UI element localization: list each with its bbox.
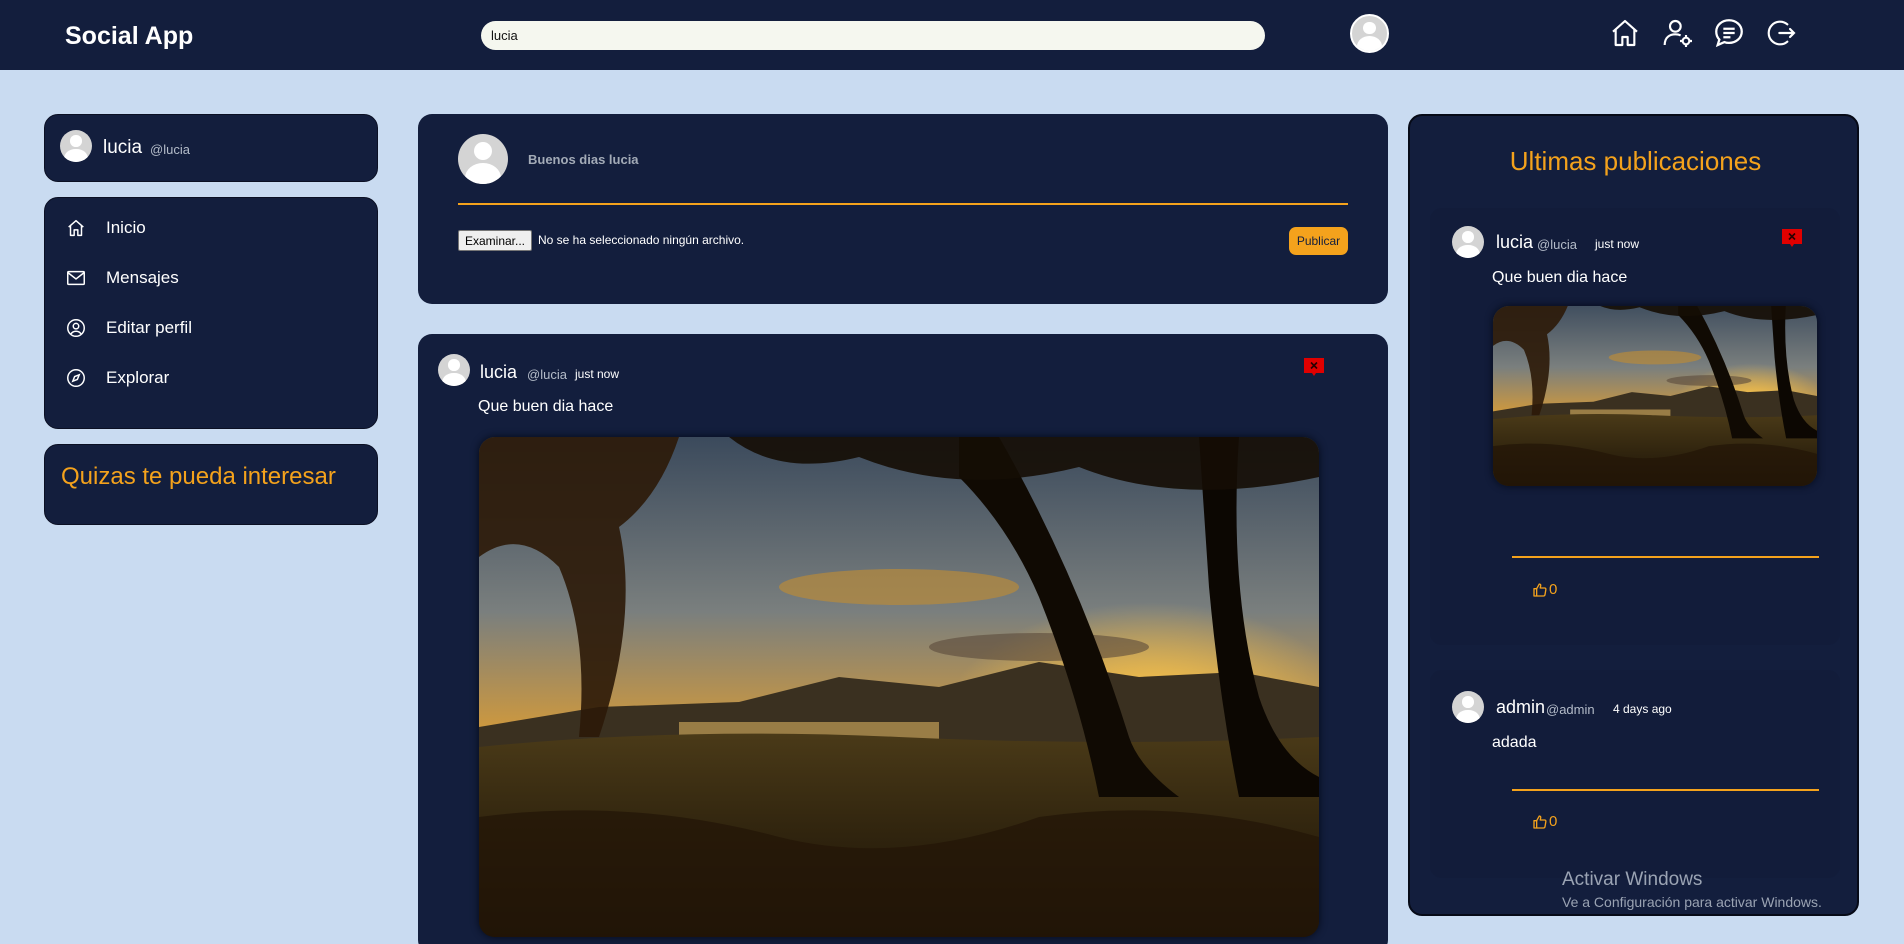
- post-author-handle: @lucia: [527, 367, 567, 382]
- post-image[interactable]: [479, 437, 1319, 937]
- search-input[interactable]: [481, 21, 1265, 50]
- post-author-name[interactable]: lucia: [1496, 232, 1533, 253]
- mail-icon: [67, 270, 85, 286]
- delete-post-icon[interactable]: [1782, 229, 1802, 247]
- watermark-title: Activar Windows: [1562, 869, 1703, 890]
- post-avatar[interactable]: [1452, 691, 1484, 723]
- latest-post: lucia @lucia just now Que buen dia hace …: [1430, 208, 1840, 645]
- feed-post: lucia @lucia just now Que buen dia hace: [418, 334, 1388, 944]
- latest-posts-title: Ultimas publicaciones: [1509, 146, 1762, 176]
- post-avatar[interactable]: [1452, 226, 1484, 258]
- sidebar-item-label: Inicio: [106, 218, 146, 237]
- home-icon[interactable]: [1606, 14, 1644, 52]
- post-author-name[interactable]: lucia: [480, 362, 517, 383]
- post-divider: [1512, 556, 1819, 558]
- like-count: 0: [1549, 581, 1558, 598]
- publish-button[interactable]: Publicar: [1289, 227, 1348, 255]
- compass-icon: [67, 369, 85, 387]
- top-navbar: Social App: [0, 0, 1904, 70]
- post-author-name[interactable]: admin: [1496, 697, 1545, 718]
- post-divider: [1512, 789, 1819, 791]
- thumbs-up-icon: [1533, 814, 1547, 829]
- post-time: just now: [575, 367, 620, 381]
- post-composer: Buenos dias lucia Examinar... No se ha s…: [418, 114, 1388, 304]
- like-button[interactable]: 0: [1532, 813, 1557, 830]
- brand-logo[interactable]: Social App: [65, 22, 193, 51]
- composer-greeting[interactable]: Buenos dias lucia: [528, 152, 639, 167]
- sidebar-item-explorar[interactable]: Explorar: [65, 366, 169, 390]
- like-button[interactable]: 0: [1532, 581, 1557, 598]
- post-author-handle: @admin: [1546, 702, 1595, 717]
- delete-post-icon[interactable]: [1304, 358, 1324, 376]
- chat-icon[interactable]: [1710, 14, 1748, 52]
- post-text: adada: [1492, 734, 1537, 751]
- profile-name: lucia: [103, 137, 143, 158]
- profile-handle: @lucia: [150, 142, 190, 157]
- sidebar-item-mensajes[interactable]: Mensajes: [65, 266, 179, 290]
- profile-card[interactable]: lucia @lucia: [44, 114, 378, 182]
- windows-activation-watermark: Activar Windows Ve a Configuración para …: [1562, 869, 1822, 910]
- composer-avatar: [458, 134, 508, 184]
- like-count: 0: [1549, 813, 1558, 830]
- post-text: Que buen dia hace: [1492, 269, 1628, 286]
- file-browse-button[interactable]: Examinar...: [458, 230, 532, 251]
- profile-avatar: [60, 130, 92, 162]
- logout-icon[interactable]: [1763, 14, 1801, 52]
- file-status: No se ha seleccionado ningún archivo.: [538, 233, 745, 247]
- post-time: just now: [1595, 237, 1640, 251]
- user-circle-icon: [67, 319, 85, 337]
- sidebar-item-label: Explorar: [106, 368, 170, 387]
- suggestions-title: Quizas te pueda interesar: [61, 463, 336, 490]
- user-avatar[interactable]: [1350, 14, 1389, 53]
- post-author-handle: @lucia: [1537, 237, 1577, 252]
- post-time: 4 days ago: [1613, 702, 1672, 716]
- sidebar-item-label: Editar perfil: [106, 318, 192, 337]
- thumbs-up-icon: [1533, 582, 1547, 597]
- sidebar-item-inicio[interactable]: Inicio: [65, 216, 146, 240]
- sidebar-menu: Inicio Mensajes Editar perfil Explorar: [44, 197, 378, 429]
- sidebar-item-editar-perfil[interactable]: Editar perfil: [65, 316, 192, 340]
- home-icon: [68, 219, 84, 237]
- user-settings-icon[interactable]: [1659, 14, 1697, 52]
- latest-post: admin @admin 4 days ago adada 0: [1430, 670, 1840, 878]
- post-avatar[interactable]: [438, 354, 470, 386]
- watermark-subtitle: Ve a Configuración para activar Windows.: [1562, 894, 1822, 910]
- composer-divider: [458, 203, 1348, 205]
- post-text: Que buen dia hace: [478, 398, 614, 415]
- post-image[interactable]: [1493, 306, 1817, 486]
- suggestions-card: Quizas te pueda interesar: [44, 444, 378, 525]
- latest-posts-card: Ultimas publicaciones lucia @lucia just …: [1408, 114, 1859, 916]
- sidebar-item-label: Mensajes: [106, 268, 179, 287]
